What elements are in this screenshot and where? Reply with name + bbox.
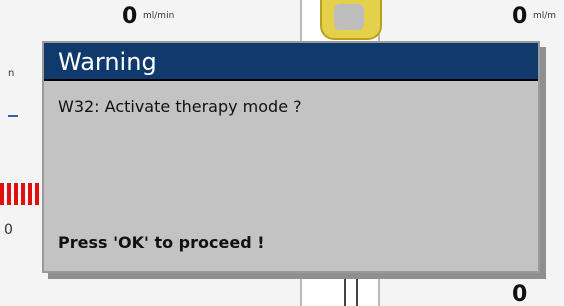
red-level-indicator	[0, 183, 40, 205]
edge-label: n	[8, 68, 15, 79]
tube-icon	[344, 272, 358, 306]
red-bar	[35, 183, 39, 205]
dialog-message: W32: Activate therapy mode ?	[58, 97, 302, 116]
pump-icon[interactable]	[320, 0, 382, 40]
left-flow-unit: ml/min	[143, 11, 175, 21]
red-bar	[14, 183, 18, 205]
red-bar	[21, 183, 25, 205]
blue-marker	[8, 115, 18, 117]
pump-rotor-icon	[334, 4, 364, 30]
red-bar	[7, 183, 11, 205]
bottom-right-value: 0	[512, 282, 528, 306]
right-flow-unit: ml/m	[533, 11, 557, 21]
left-flow-value: 0	[122, 4, 138, 29]
therapy-screen: 0 ml/min 0 ml/m 0 n 0 Warning W32: Activ…	[0, 0, 564, 306]
dialog-title: Warning	[44, 43, 538, 81]
dialog-hint: Press 'OK' to proceed !	[58, 233, 265, 252]
red-bar	[0, 183, 4, 205]
edge-digit: 0	[4, 222, 13, 238]
red-bar	[28, 183, 32, 205]
right-flow-value: 0	[512, 4, 528, 29]
warning-dialog[interactable]: Warning W32: Activate therapy mode ? Pre…	[42, 41, 540, 273]
